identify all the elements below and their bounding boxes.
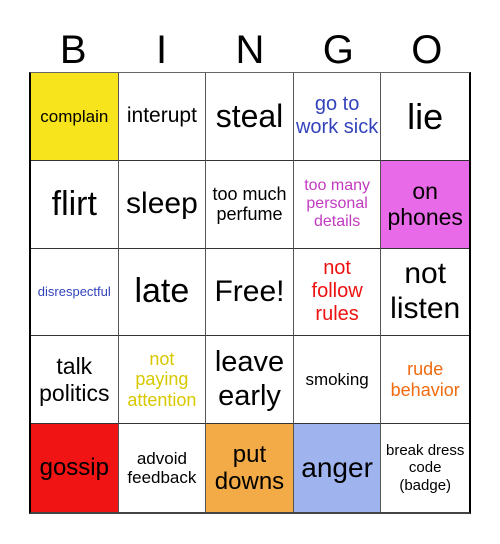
bingo-cell[interactable]: rude behavior: [381, 336, 469, 425]
bingo-cell[interactable]: not follow rules: [293, 248, 382, 337]
bingo-cell[interactable]: put downs: [206, 424, 294, 512]
bingo-cell[interactable]: too many personal details: [293, 160, 382, 249]
bingo-cell[interactable]: smoking: [293, 336, 382, 425]
bingo-cell[interactable]: gossip: [31, 424, 119, 512]
bingo-cell[interactable]: not listen: [381, 248, 469, 337]
header-letter-n: N: [235, 28, 265, 72]
header-letter-b: B: [59, 28, 87, 72]
bingo-cell[interactable]: too much perfume: [206, 160, 294, 249]
bingo-cell[interactable]: talk politics: [31, 336, 119, 425]
bingo-cell[interactable]: steal: [206, 73, 294, 161]
bingo-cell[interactable]: leave early: [206, 336, 294, 425]
bingo-cell[interactable]: flirt: [31, 160, 119, 249]
bingo-cell[interactable]: go to work sick: [293, 73, 382, 161]
bingo-cell[interactable]: disrespectful: [31, 248, 119, 337]
bingo-cell[interactable]: interupt: [118, 73, 207, 161]
bingo-cell[interactable]: late: [118, 248, 207, 337]
bingo-cell[interactable]: on phones: [381, 160, 469, 249]
bingo-cell[interactable]: lie: [381, 73, 469, 161]
bingo-cell[interactable]: Free!: [206, 248, 294, 337]
bingo-header: B I N G O: [29, 28, 471, 72]
bingo-cell[interactable]: not paying attention: [118, 336, 207, 425]
bingo-cell[interactable]: anger: [293, 424, 382, 512]
bingo-cell[interactable]: sleep: [118, 160, 207, 249]
header-letter-g: G: [322, 28, 354, 72]
header-letter-i: I: [156, 28, 168, 72]
bingo-card-grid: complain interupt steal go to work sick lie f…: [29, 72, 471, 514]
bingo-cell[interactable]: break dress code (badge): [381, 424, 469, 512]
header-letter-o: O: [411, 28, 443, 72]
bingo-cell[interactable]: advoid feedback: [118, 424, 207, 512]
bingo-cell[interactable]: complain: [31, 73, 119, 161]
